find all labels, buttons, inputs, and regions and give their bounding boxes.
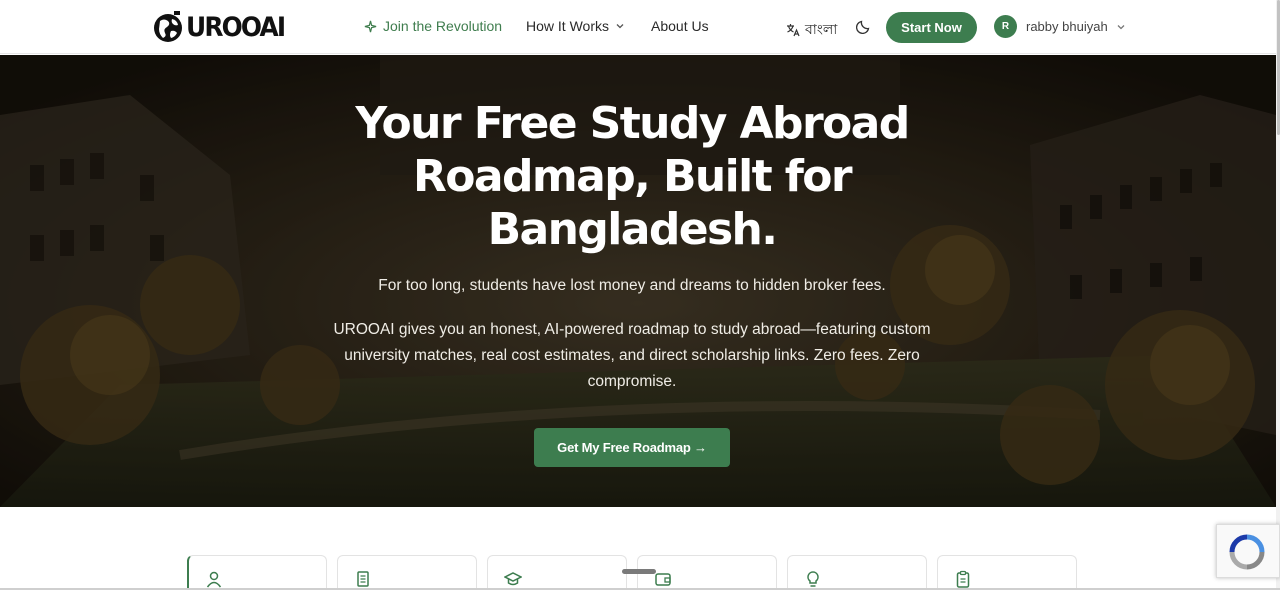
sparkle-icon <box>364 20 377 32</box>
user-menu[interactable]: R rabby bhuiyah <box>994 15 1126 38</box>
wallet-icon <box>655 573 671 586</box>
feature-card-checklist[interactable] <box>937 555 1077 590</box>
nav-how-it-works[interactable]: How It Works <box>526 18 625 34</box>
feature-card-universities[interactable] <box>487 555 627 590</box>
language-label: বাংলা <box>805 21 838 37</box>
feature-card-documents[interactable] <box>337 555 477 590</box>
hero-subtitle: For too long, students have lost money a… <box>378 277 886 294</box>
translate-icon <box>787 24 800 37</box>
start-now-button[interactable]: Start Now <box>886 12 977 43</box>
nav-about-label: About Us <box>651 18 709 34</box>
hero-title: Your Free Study Abroad Roadmap, Built fo… <box>355 98 910 255</box>
chevron-down-icon <box>616 24 624 29</box>
globe-logo-icon <box>154 11 182 42</box>
graduation-cap-icon <box>504 572 522 586</box>
user-name: rabby bhuiyah <box>1026 19 1108 34</box>
recaptcha-badge[interactable] <box>1216 524 1280 578</box>
get-roadmap-button[interactable]: Get My Free Roadmap → <box>534 428 730 467</box>
clipboard-icon <box>956 570 970 588</box>
lightbulb-icon <box>807 571 819 587</box>
recaptcha-icon <box>1229 534 1265 570</box>
moon-icon <box>855 20 870 35</box>
avatar: R <box>994 15 1017 38</box>
site-header: UROOAI Join the Revolution How It Works … <box>0 0 1280 54</box>
logo[interactable]: UROOAI <box>152 9 293 45</box>
theme-toggle[interactable] <box>855 18 872 39</box>
feature-card-profile[interactable] <box>187 555 327 590</box>
user-icon <box>206 571 222 588</box>
logo-text: UROOAI <box>186 11 286 43</box>
feature-card-costs[interactable] <box>637 555 777 590</box>
nav-join-revolution[interactable]: Join the Revolution <box>364 18 502 34</box>
nav-join-label: Join the Revolution <box>383 18 503 34</box>
hero-section: Your Free Study Abroad Roadmap, Built fo… <box>0 55 1276 507</box>
nav-about-us[interactable]: About Us <box>651 18 709 34</box>
language-toggle[interactable]: বাংলা <box>785 18 837 42</box>
chevron-down-icon <box>1117 24 1125 29</box>
scroll-indicator[interactable] <box>622 569 656 574</box>
hero-description: UROOAI gives you an honest, AI-powered r… <box>333 321 931 390</box>
nav-how-label: How It Works <box>526 18 609 34</box>
feature-card-guidance[interactable] <box>787 555 927 590</box>
document-icon <box>357 571 369 587</box>
